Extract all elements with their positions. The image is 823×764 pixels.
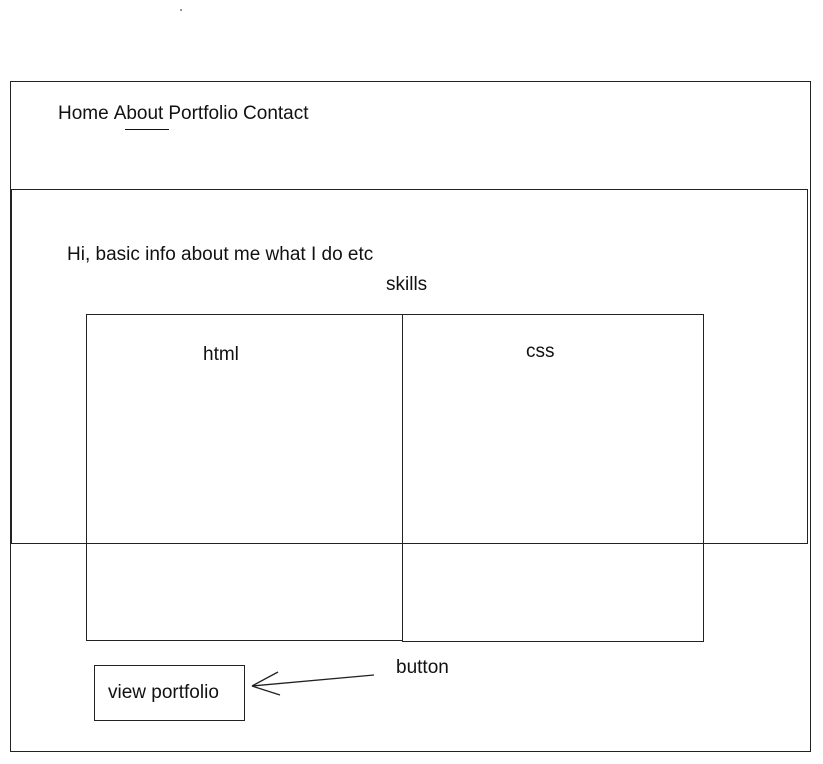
nav-item-contact[interactable]: Contact <box>243 103 308 124</box>
stray-dot <box>180 9 182 11</box>
skill-label-css: css <box>526 341 555 362</box>
arrow-icon <box>251 671 375 696</box>
skills-heading: skills <box>386 274 428 295</box>
view-portfolio-button[interactable]: view portfolio <box>94 665 245 721</box>
button-annotation: button <box>396 657 449 678</box>
nav-item-about[interactable]: About <box>114 103 164 124</box>
skill-label-html: html <box>203 344 239 365</box>
nav-item-home[interactable]: Home <box>58 103 109 124</box>
intro-text: Hi, basic info about me what I do etc <box>67 244 374 265</box>
skill-card-html: html <box>86 314 403 641</box>
active-nav-underline <box>125 129 169 130</box>
nav-item-portfolio[interactable]: Portfolio <box>168 103 238 124</box>
main-nav: Home About Portfolio Contact <box>58 103 309 125</box>
wireframe-canvas: Home About Portfolio Contact Hi, basic info… <box>0 0 823 764</box>
skill-card-css: css <box>402 314 704 642</box>
